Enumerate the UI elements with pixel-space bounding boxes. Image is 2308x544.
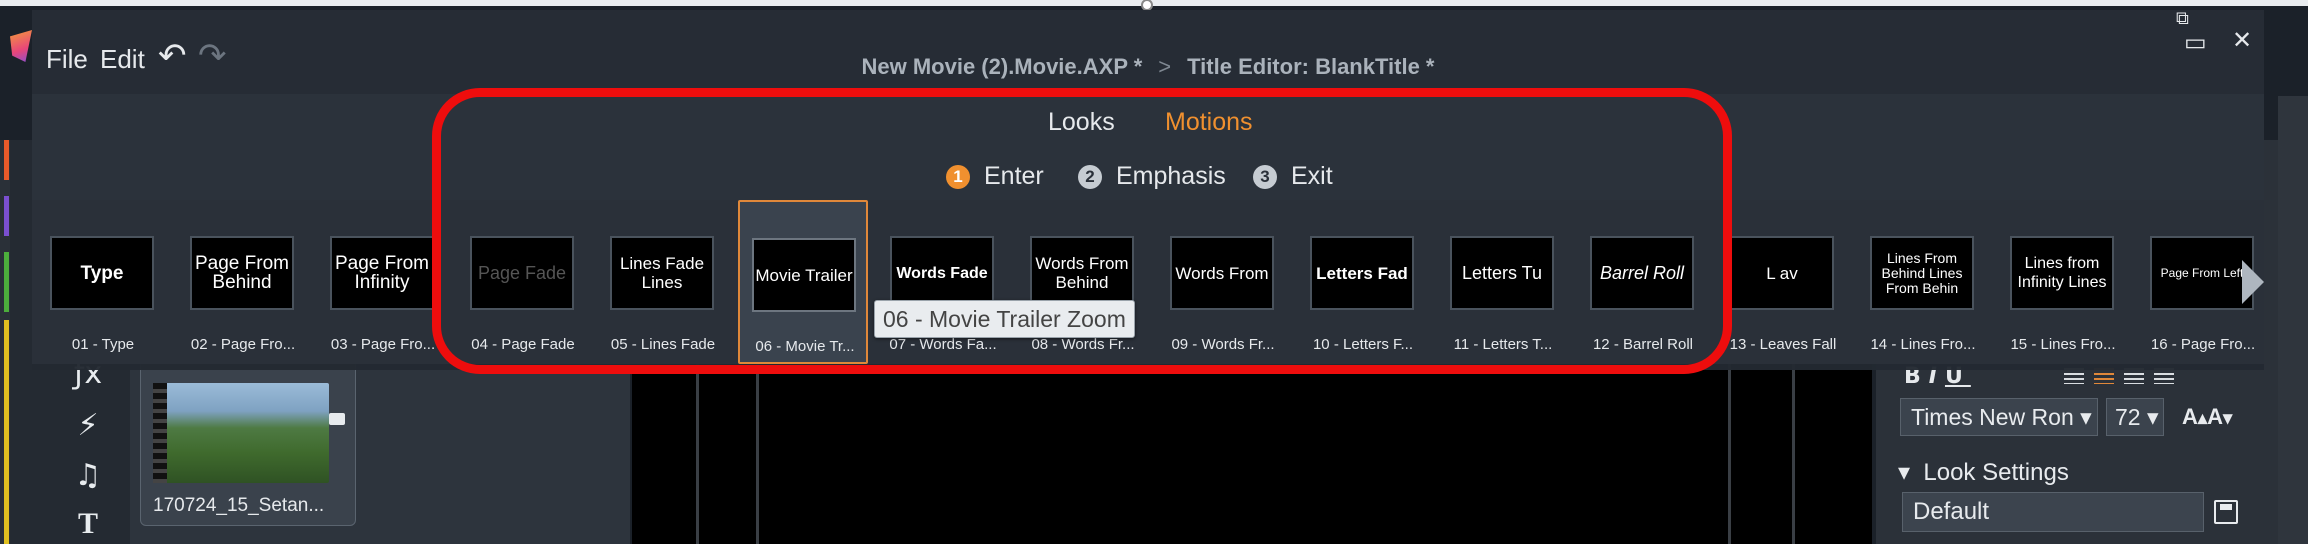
close-icon[interactable]: ✕	[2232, 26, 2252, 54]
safe-area-line	[1792, 350, 1795, 544]
motion-preview: Page From Infinity	[330, 236, 434, 310]
look-settings-header[interactable]: ▾ Look Settings	[1898, 458, 2069, 487]
editor-title: Title Editor: BlankTitle *	[1187, 54, 1435, 79]
motion-label: 02 - Page Fro...	[190, 336, 296, 353]
title-bar: New Movie (2).Movie.AXP * > Title Editor: …	[32, 10, 2264, 94]
library-clip[interactable]: 170724_15_Setan...	[140, 360, 356, 526]
maximize-icon[interactable]: ▭	[2184, 28, 2207, 56]
motion-label: 01 - Type	[71, 336, 135, 353]
motion-label: 16 - Page Fro...	[2150, 336, 2256, 353]
menu-edit[interactable]: Edit	[100, 44, 145, 75]
app-logo	[10, 30, 32, 62]
redo-icon[interactable]: ↷	[198, 39, 238, 73]
align-center-icon[interactable]	[2094, 368, 2114, 384]
motion-label: 14 - Lines Fro...	[1870, 336, 1976, 353]
rail-stripe	[4, 196, 9, 236]
font-family-select[interactable]: Times New Ron ▾	[1900, 398, 2098, 436]
film-strip-icon	[153, 383, 167, 483]
motion-preview: Page From Behind	[190, 236, 294, 310]
motion-preview: Type	[50, 236, 154, 310]
font-size-stepper[interactable]: A▴A▾	[2182, 404, 2232, 430]
clip-label: 170724_15_Setan...	[153, 495, 325, 516]
font-size-select[interactable]: 72 ▾	[2106, 398, 2164, 436]
safe-area-line	[756, 350, 759, 544]
title-text-icon[interactable]: T	[70, 506, 106, 542]
rail-stripe	[4, 252, 9, 312]
align-left-icon[interactable]	[2064, 368, 2084, 384]
preview-player	[632, 350, 1872, 544]
look-name-input[interactable]: Default	[1902, 492, 2204, 532]
music-icon[interactable]: ♫	[70, 458, 106, 494]
motion-label: 15 - Lines Fro...	[2010, 336, 2116, 353]
menu-file[interactable]: File	[46, 44, 88, 75]
project-name: New Movie (2).Movie.AXP *	[861, 54, 1143, 79]
right-scroll-rail[interactable]	[2278, 96, 2308, 544]
safe-area-line	[696, 350, 699, 544]
motion-item[interactable]: Type 01 - Type	[38, 200, 168, 364]
undo-icon[interactable]: ↶	[158, 39, 198, 73]
restore-icon[interactable]: ⧉	[2176, 8, 2189, 29]
save-icon[interactable]	[2214, 500, 2238, 524]
rail-stripe	[4, 320, 9, 544]
rail-stripe	[4, 140, 9, 180]
motion-item[interactable]: Lines from Infinity Lines 15 - Lines Fro.…	[1998, 200, 2128, 364]
safe-area-line	[1728, 350, 1731, 544]
breadcrumb: New Movie (2).Movie.AXP * > Title Editor: …	[32, 54, 2264, 80]
motion-label: 13 - Leaves Fall	[1729, 336, 1837, 353]
clip-thumbnail	[153, 383, 329, 483]
motion-item[interactable]: L av 13 - Leaves Fall	[1718, 200, 1848, 364]
motion-preview: Lines From Behind Lines From Behin	[1870, 236, 1974, 310]
left-color-rail	[0, 140, 10, 544]
motion-preview: Lines from Infinity Lines	[2010, 236, 2114, 310]
motion-item[interactable]: Page From Behind 02 - Page Fro...	[178, 200, 308, 364]
align-right-icon[interactable]	[2124, 368, 2144, 384]
top-strip	[0, 0, 2308, 6]
gallery-next-icon[interactable]	[2242, 260, 2264, 304]
motion-preview: Page From Left	[2150, 236, 2254, 310]
motion-item[interactable]: Lines From Behind Lines From Behin 14 - L…	[1858, 200, 1988, 364]
justify-icon[interactable]	[2154, 368, 2174, 384]
lightning-icon[interactable]: ⚡	[70, 408, 106, 444]
folder-icon	[329, 413, 345, 425]
breadcrumb-separator: >	[1158, 54, 1172, 79]
motion-preview: L av	[1730, 236, 1834, 310]
motion-item[interactable]: Page From Infinity 03 - Page Fro...	[318, 200, 448, 364]
annotation-highlight	[432, 88, 1732, 374]
